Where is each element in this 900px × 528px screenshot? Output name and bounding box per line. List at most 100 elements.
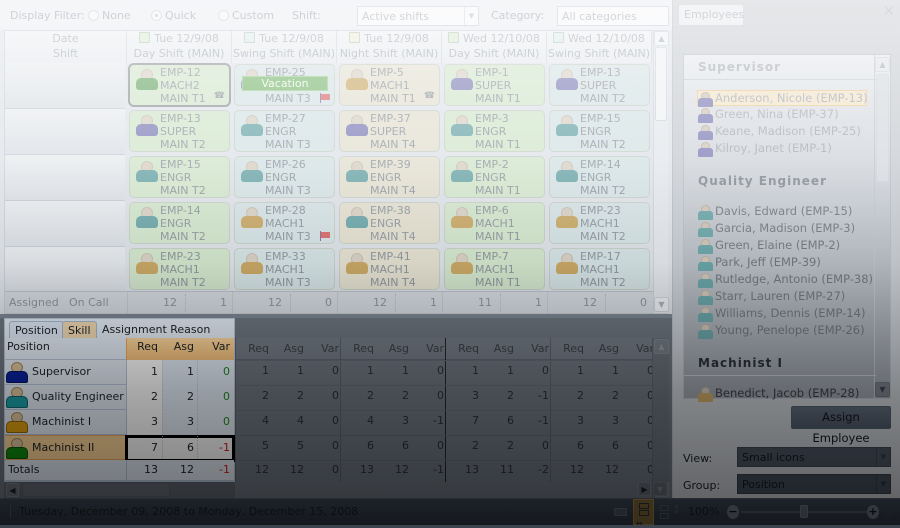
shift-assignment-card[interactable]: EMP-23 MACH1 MAIN T2 bbox=[549, 202, 650, 244]
scroll-down-icon[interactable]: ▼ bbox=[653, 482, 667, 496]
chevron-down-icon[interactable]: ▼ bbox=[464, 7, 478, 25]
shift-assignment-card[interactable]: EMP-38 ENGR MAIN T4 bbox=[339, 202, 440, 244]
close-icon[interactable]: × bbox=[883, 3, 895, 19]
position-row[interactable]: Machinist II 7 6 -1 bbox=[5, 435, 235, 462]
shift-assignment-card[interactable]: EMP-1 SUPER MAIN T1 bbox=[444, 64, 545, 106]
employee-list-item[interactable]: Anderson, Nicole (EMP-13) bbox=[697, 90, 868, 107]
shift-assignment-card[interactable]: EMP-28 MACH1 MAIN T3 bbox=[234, 202, 335, 244]
position-row[interactable]: Machinist I 3 3 0 bbox=[5, 410, 234, 435]
coverage-horizontal-scrollbar[interactable]: ◀ bbox=[4, 482, 235, 498]
radio-quick-label[interactable]: Quick bbox=[165, 9, 196, 22]
scroll-thumb[interactable] bbox=[655, 47, 667, 121]
var-column-header[interactable]: Var bbox=[413, 342, 444, 355]
column-header[interactable]: Wed 12/10/08 Day Shift (MAIN) bbox=[442, 31, 547, 63]
shift-assignment-card[interactable]: EMP-15 ENGR MAIN T2 bbox=[549, 110, 650, 152]
employee-list-item[interactable]: Kilroy, Janet (EMP-1) bbox=[698, 141, 868, 157]
scroll-thumb[interactable] bbox=[876, 74, 889, 182]
shift-assignment-card[interactable]: EMP-41 MACH1 MAIN T4 bbox=[339, 248, 440, 290]
employee-list-item[interactable]: Rutledge, Antonio (EMP-38) bbox=[698, 272, 873, 288]
employee-list-item[interactable]: Green, Nina (EMP-37) bbox=[698, 107, 868, 123]
grid-vertical-scrollbar[interactable]: ▲ ▼ bbox=[653, 31, 669, 313]
req-column-header[interactable]: Req bbox=[553, 342, 584, 355]
tab-skill[interactable]: Skill bbox=[62, 321, 97, 339]
radio-none[interactable] bbox=[88, 10, 99, 21]
column-header[interactable]: Tue 12/9/08 Day Shift (MAIN) bbox=[127, 31, 232, 63]
shift-assignment-card[interactable]: EMP-14 ENGR MAIN T2 bbox=[549, 156, 650, 198]
asg-column-header[interactable]: Asg bbox=[588, 342, 619, 355]
req-column-header[interactable]: Req bbox=[238, 342, 269, 355]
view-horizontal-icon[interactable]: ↔ bbox=[633, 499, 654, 528]
assign-employee-button[interactable]: Assign Employee bbox=[791, 406, 891, 445]
shift-assignment-card[interactable]: EMP-14 ENGR MAIN T2 bbox=[129, 202, 230, 244]
position-column-header[interactable]: Position bbox=[7, 340, 50, 353]
group-select[interactable]: Position ▼ bbox=[737, 474, 891, 494]
horizontal-scroll-thumb[interactable] bbox=[22, 483, 170, 497]
scroll-down-icon[interactable]: ▼ bbox=[654, 297, 669, 312]
shift-assignment-card[interactable]: EMP-23 MACH1 MAIN T2 bbox=[129, 248, 230, 290]
shift-assignment-card[interactable]: EMP-26 ENGR MAIN T3 bbox=[234, 156, 335, 198]
shift-assignment-card[interactable]: EMP-5 MACH1 MAIN T1 ☎ bbox=[339, 64, 440, 106]
shift-assignment-card[interactable]: EMP-27 ENGR MAIN T3 bbox=[234, 110, 335, 152]
column-header[interactable]: Tue 12/9/08 Swing Shift (MAIN) bbox=[232, 31, 337, 63]
view-select[interactable]: Small icons ▼ bbox=[737, 447, 891, 467]
shift-assignment-card[interactable]: EMP-12 MACH2 MAIN T1 ☎ bbox=[128, 63, 231, 107]
shift-assignment-card[interactable]: EMP-2 ENGR MAIN T1 bbox=[444, 156, 545, 198]
asg-column-header[interactable]: Asg bbox=[378, 342, 409, 355]
scroll-up-icon[interactable]: ▲ bbox=[654, 339, 669, 354]
employee-list-item[interactable]: Young, Penelope (EMP-26) bbox=[698, 323, 868, 339]
asg-column-header[interactable]: Asg bbox=[163, 340, 194, 353]
position-row[interactable]: Quality Engineer 2 2 0 bbox=[5, 385, 234, 410]
req-column-header[interactable]: Req bbox=[448, 342, 479, 355]
zoom-slider-thumb[interactable] bbox=[800, 505, 808, 518]
var-column-header[interactable]: Var bbox=[518, 342, 549, 355]
employee-list-item[interactable]: Green, Elaine (EMP-2) bbox=[698, 238, 868, 254]
var-column-header[interactable]: Var bbox=[623, 342, 654, 355]
category-select[interactable]: All categories bbox=[557, 6, 669, 26]
column-header[interactable]: Tue 12/9/08 Night Shift (MAIN) bbox=[337, 31, 442, 63]
chevron-down-icon[interactable]: ▼ bbox=[876, 448, 890, 466]
radio-quick[interactable] bbox=[151, 10, 162, 21]
req-column-header[interactable]: Req bbox=[343, 342, 374, 355]
scroll-left-icon[interactable]: ◀ bbox=[6, 483, 19, 497]
asg-column-header[interactable]: Asg bbox=[273, 342, 304, 355]
column-header[interactable]: Wed 12/10/08 Swing Shift (MAIN) bbox=[547, 31, 652, 63]
var-column-header[interactable]: Var bbox=[197, 340, 230, 353]
zoom-in-icon[interactable]: + bbox=[867, 505, 879, 519]
tab-position[interactable]: Position bbox=[9, 321, 64, 339]
employee-list-item[interactable]: Garcia, Madison (EMP-3) bbox=[698, 221, 868, 237]
shift-assignment-card[interactable]: EMP-13 SUPER MAIN T2 bbox=[129, 110, 230, 152]
employee-list-item[interactable]: Park, Jeff (EMP-39) bbox=[698, 255, 868, 271]
radio-custom-label[interactable]: Custom bbox=[232, 9, 274, 22]
scroll-right-icon[interactable]: ▶ bbox=[638, 482, 651, 496]
employee-list-item[interactable]: Williams, Dennis (EMP-14) bbox=[698, 306, 868, 322]
employee-list-item[interactable]: Keane, Madison (EMP-25) bbox=[698, 124, 868, 140]
employee-list-item[interactable]: Benedict, Jacob (EMP-28) bbox=[698, 386, 868, 402]
zoom-out-icon[interactable]: − bbox=[727, 505, 739, 519]
view-single-icon[interactable] bbox=[612, 505, 629, 517]
shift-assignment-card[interactable]: EMP-17 MACH1 MAIN T2 bbox=[549, 248, 650, 290]
employee-list-scrollbar[interactable]: ▲ ▼ bbox=[874, 55, 890, 398]
view-vertical-icon[interactable]: ↕ bbox=[659, 502, 681, 522]
req-column-header[interactable]: Req bbox=[127, 340, 158, 353]
resize-grip-icon[interactable]: ⋰ bbox=[884, 512, 892, 521]
shift-assignment-card[interactable]: EMP-33 MACH1 MAIN T3 bbox=[234, 248, 335, 290]
tab-employees[interactable]: Employees bbox=[678, 4, 744, 25]
position-row[interactable]: Supervisor 1 1 0 bbox=[5, 360, 234, 385]
scroll-down-icon[interactable]: ▼ bbox=[875, 382, 890, 397]
scroll-up-icon[interactable]: ▲ bbox=[875, 57, 890, 72]
asg-column-header[interactable]: Asg bbox=[483, 342, 514, 355]
shift-assignment-card[interactable]: EMP-39 ENGR MAIN T4 bbox=[339, 156, 440, 198]
shift-assignment-card[interactable]: EMP-37 SUPER MAIN T4 bbox=[339, 110, 440, 152]
shift-assignment-card[interactable]: EMP-3 ENGR MAIN T1 bbox=[444, 110, 545, 152]
tab-assignment-reason[interactable]: Assignment Reason bbox=[97, 321, 215, 339]
radio-none-label[interactable]: None bbox=[102, 9, 131, 22]
chevron-down-icon[interactable]: ▼ bbox=[876, 475, 890, 493]
shift-assignment-card[interactable]: EMP-25 MAIN T3 Vacation bbox=[234, 64, 335, 106]
shift-assignment-card[interactable]: EMP-6 MACH1 MAIN T1 bbox=[444, 202, 545, 244]
radio-custom[interactable] bbox=[218, 10, 229, 21]
employee-list-item[interactable]: Starr, Lauren (EMP-27) bbox=[698, 289, 868, 305]
var-column-header[interactable]: Var bbox=[308, 342, 339, 355]
shift-assignment-card[interactable]: EMP-7 MACH1 MAIN T1 bbox=[444, 248, 545, 290]
shift-select[interactable]: Active shifts ▼ bbox=[357, 6, 479, 26]
coverage-vertical-scrollbar[interactable]: ▲ ▼ bbox=[652, 338, 669, 498]
